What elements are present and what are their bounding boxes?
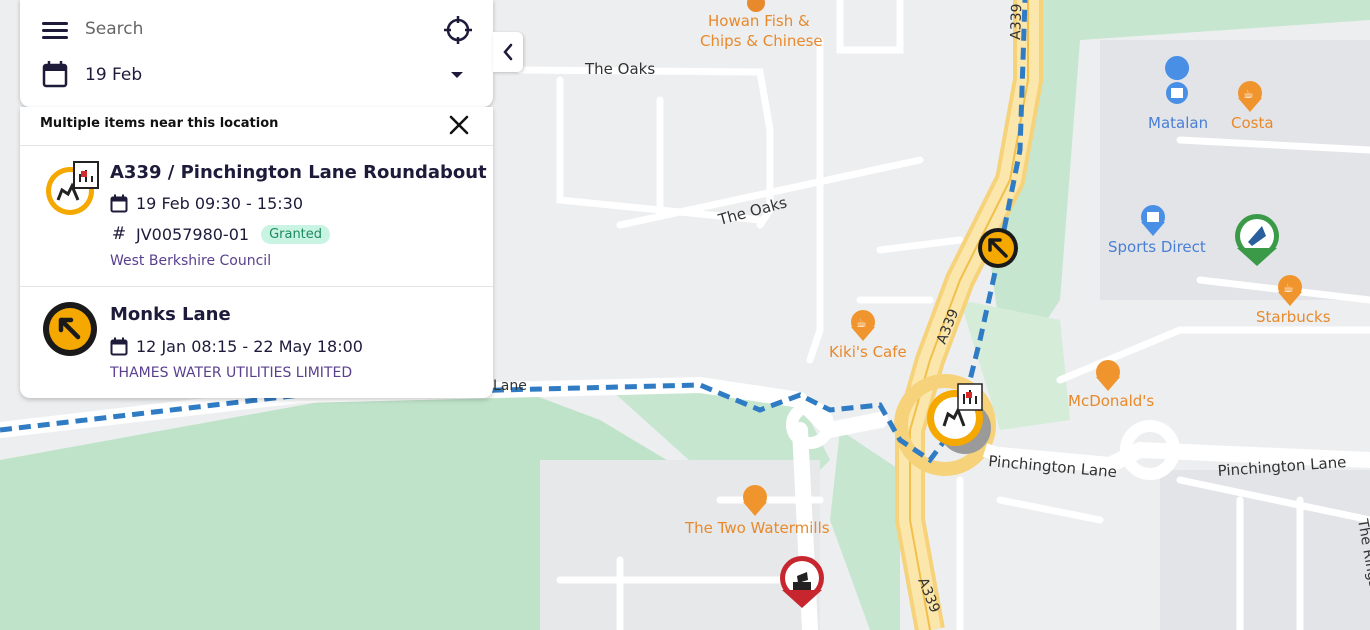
svg-text:☕: ☕ (1243, 87, 1254, 101)
svg-text:The Two Watermills: The Two Watermills (684, 519, 830, 537)
result-organisation: West Berkshire Council (110, 253, 272, 269)
results-title: Multiple items near this location (40, 116, 279, 131)
result-title: Monks Lane (110, 304, 231, 325)
roadworks-icon (46, 161, 99, 215)
search-input[interactable]: Search (85, 19, 143, 39)
search-panel: Search 19 Feb (20, 0, 493, 107)
chevron-left-icon (503, 43, 513, 61)
menu-icon[interactable] (42, 22, 68, 40)
calendar-icon (42, 61, 68, 88)
result-organisation: THAMES WATER UTILITIES LIMITED (110, 365, 353, 381)
svg-text:☕: ☕ (856, 316, 867, 330)
hash-icon: # (111, 224, 127, 244)
close-icon[interactable] (447, 113, 471, 137)
result-item[interactable]: Monks Lane 12 Jan 08:15 - 22 May 18:00 T… (20, 287, 493, 398)
chevron-down-icon[interactable] (450, 70, 464, 80)
svg-text:Kiki's Cafe: Kiki's Cafe (829, 343, 907, 361)
date-select[interactable]: 19 Feb (85, 65, 142, 85)
result-reference-text: JV0057980-01 (136, 224, 250, 244)
result-datetime-text: 12 Jan 08:15 - 22 May 18:00 (136, 337, 363, 356)
locate-icon[interactable] (443, 15, 473, 45)
svg-text:McDonald's: McDonald's (1068, 392, 1154, 410)
street-label-lane: Lane (493, 378, 527, 394)
diversion-arrow-icon (43, 302, 97, 356)
results-popup: Multiple items near this location A339 /… (20, 107, 493, 398)
calendar-icon (110, 194, 128, 213)
street-label-a339-top: A339 (1008, 3, 1025, 40)
calendar-icon (110, 337, 128, 356)
svg-text:Howan Fish &: Howan Fish & (708, 12, 810, 30)
result-title: A339 / Pinchington Lane Roundabout (110, 162, 487, 183)
results-header: Multiple items near this location (20, 107, 493, 146)
map-marker-diversion[interactable] (978, 228, 1018, 268)
svg-text:☕: ☕ (1283, 281, 1294, 295)
svg-text:Chips & Chinese: Chips & Chinese (700, 32, 823, 50)
result-datetime-text: 19 Feb 09:30 - 15:30 (136, 194, 304, 213)
result-datetime: 19 Feb 09:30 - 15:30 (110, 194, 303, 213)
street-label-the-oaks: The Oaks (584, 60, 655, 78)
result-datetime: 12 Jan 08:15 - 22 May 18:00 (110, 337, 363, 356)
collapse-panel-button[interactable] (493, 32, 523, 72)
svg-text:Matalan: Matalan (1148, 114, 1208, 132)
svg-text:Starbucks: Starbucks (1256, 308, 1331, 326)
svg-text:Sports Direct: Sports Direct (1108, 238, 1206, 256)
status-badge: Granted (261, 224, 331, 244)
result-reference: # JV0057980-01 Granted (110, 224, 331, 244)
result-item[interactable]: A339 / Pinchington Lane Roundabout 19 Fe… (20, 146, 493, 287)
svg-text:Costa: Costa (1231, 114, 1274, 132)
